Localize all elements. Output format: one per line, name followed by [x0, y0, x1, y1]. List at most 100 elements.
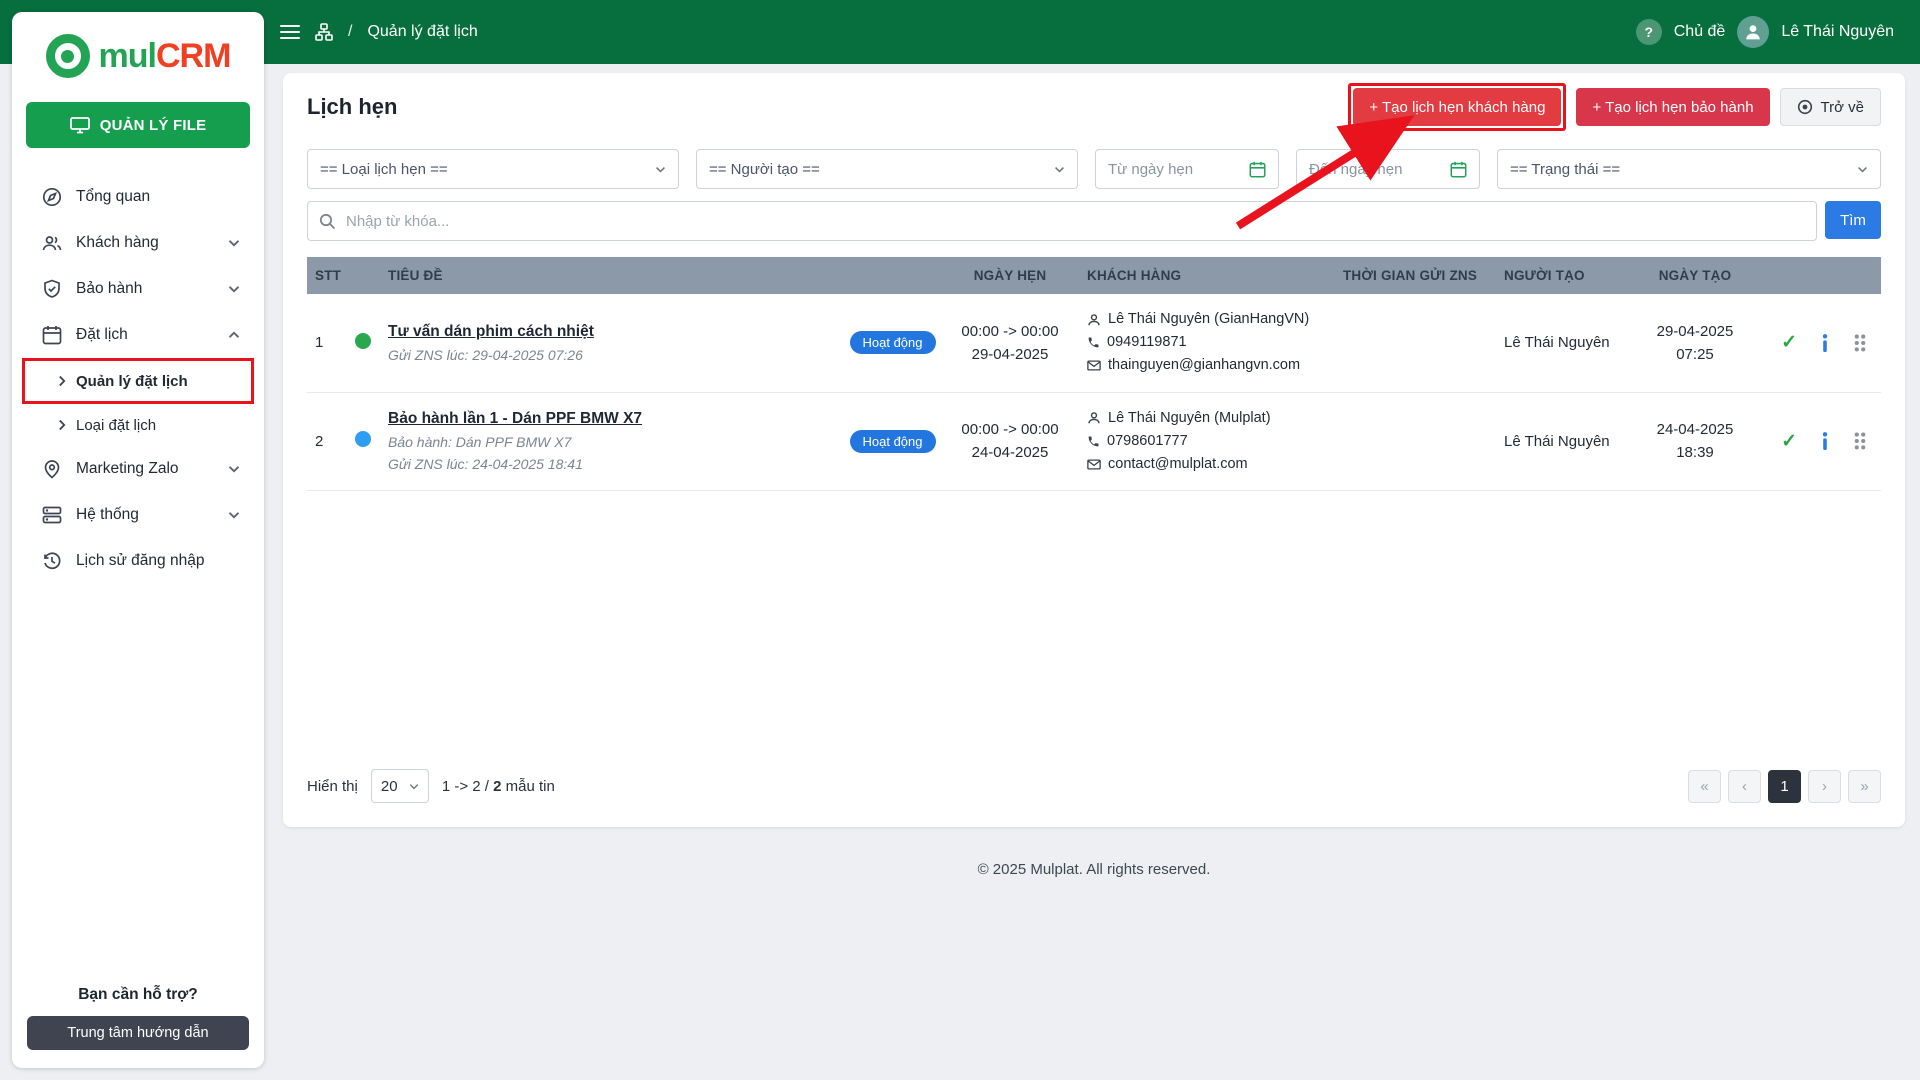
warranty-note: Bảo hành: Dán PPF BMW X7	[388, 434, 840, 450]
breadcrumb[interactable]: Quản lý đặt lịch	[367, 23, 477, 41]
created-time: 18:39	[1630, 441, 1760, 464]
monitor-icon	[70, 116, 90, 134]
filter-status-select[interactable]: == Trạng thái ==	[1497, 149, 1881, 189]
pagination-prev-button[interactable]: ‹	[1728, 770, 1761, 803]
topbar: / Quản lý đặt lịch ? Chủ đề Lê Thái Nguy…	[0, 0, 1920, 64]
user-avatar[interactable]	[1737, 16, 1769, 48]
pagination-page-1-button[interactable]: 1	[1768, 770, 1801, 803]
create-warranty-appointment-button[interactable]: + Tạo lịch hẹn bảo hành	[1576, 88, 1769, 126]
row-index: 2	[307, 433, 355, 450]
customer-phone: 0949119871	[1107, 331, 1187, 354]
back-button[interactable]: Trở về	[1780, 88, 1881, 126]
sidebar-item-he-thong[interactable]: Hệ thống	[12, 492, 264, 538]
customer-email: contact@mulplat.com	[1108, 453, 1248, 476]
search-input[interactable]	[307, 201, 1817, 241]
filter-from-date-input[interactable]: Từ ngày hẹn	[1095, 149, 1279, 189]
mail-icon	[1087, 459, 1101, 470]
sitemap-icon[interactable]	[315, 23, 333, 41]
filter-type-select[interactable]: == Loại lịch hẹn ==	[307, 149, 679, 189]
table-row: 1 Tư vấn dán phim cách nhiệt Gửi ZNS lúc…	[307, 294, 1881, 393]
sidebar-item-marketing-zalo[interactable]: Marketing Zalo	[12, 446, 264, 492]
calendar-icon	[1450, 161, 1467, 178]
customer-name: Lê Thái Nguyên (GianHangVN)	[1108, 308, 1309, 331]
menu-toggle-icon[interactable]	[280, 24, 300, 40]
appointment-title-link[interactable]: Tư vấn dán phim cách nhiệt	[388, 323, 594, 341]
filter-creator-select[interactable]: == Người tạo ==	[696, 149, 1078, 189]
chevron-down-icon	[1857, 166, 1868, 173]
created-date: 29-04-2025	[1630, 320, 1760, 343]
logo-text: mulCRM	[99, 37, 231, 76]
table-row: 2 Bảo hành lần 1 - Dán PPF BMW X7 Bảo hà…	[307, 393, 1881, 492]
more-actions-icon[interactable]	[1853, 334, 1867, 352]
file-manager-button[interactable]: QUẢN LÝ FILE	[26, 102, 250, 148]
chevron-up-icon	[228, 331, 240, 339]
search-bar: Tìm	[307, 201, 1881, 241]
app-logo[interactable]: mulCRM	[12, 12, 264, 100]
sidebar-subitem-quan-ly-dat-lich[interactable]: Quản lý đặt lịch	[25, 361, 251, 401]
confirm-action-icon[interactable]: ✓	[1781, 430, 1797, 453]
appointments-table: STT TIÊU ĐỀ NGÀY HẸN KHÁCH HÀNG THỜI GIA…	[307, 257, 1881, 491]
phone-icon	[1087, 435, 1100, 448]
guide-center-button[interactable]: Trung tâm hướng dẫn	[27, 1016, 249, 1050]
filter-to-date-input[interactable]: Đến ngày hẹn	[1296, 149, 1480, 189]
info-action-icon[interactable]	[1821, 432, 1829, 450]
sidebar-footer: Bạn cần hỗ trợ? Trung tâm hướng dẫn	[12, 986, 264, 1068]
dashboard-icon	[42, 187, 62, 207]
sidebar-item-lich-su-dang-nhap[interactable]: Lịch sử đăng nhập	[12, 538, 264, 584]
page-size-select[interactable]: 20	[371, 769, 429, 803]
logo-text-mul: mul	[99, 37, 156, 75]
created-date: 24-04-2025	[1630, 418, 1760, 441]
users-icon	[42, 233, 62, 253]
server-icon	[42, 505, 62, 525]
appointment-time: 00:00 -> 00:00	[945, 320, 1075, 343]
chevron-down-icon	[409, 783, 419, 790]
pagination-next-button[interactable]: ›	[1808, 770, 1841, 803]
info-action-icon[interactable]	[1821, 334, 1829, 352]
customer-email: thainguyen@gianhangvn.com	[1108, 354, 1300, 377]
breadcrumb-separator: /	[348, 23, 352, 41]
sidebar-item-tong-quan[interactable]: Tổng quan	[12, 174, 264, 220]
zns-note: Gửi ZNS lúc: 24-04-2025 18:41	[388, 456, 840, 472]
creator-name: Lê Thái Nguyên	[1490, 334, 1630, 351]
status-dot	[355, 333, 371, 349]
appointment-title-link[interactable]: Bảo hành lần 1 - Dán PPF BMW X7	[388, 410, 642, 428]
sidebar-subitem-loai-dat-lich[interactable]: Loại đặt lịch	[12, 404, 264, 446]
person-icon	[1087, 313, 1101, 327]
chevron-down-icon	[228, 285, 240, 293]
history-icon	[42, 551, 62, 571]
chevron-down-icon	[228, 239, 240, 247]
search-button[interactable]: Tìm	[1825, 201, 1881, 239]
row-index: 1	[307, 334, 355, 351]
table-header-row: STT TIÊU ĐỀ NGÀY HẸN KHÁCH HÀNG THỜI GIA…	[307, 257, 1881, 294]
theme-icon[interactable]: ?	[1636, 19, 1662, 45]
pagination-last-button[interactable]: »	[1848, 770, 1881, 803]
more-actions-icon[interactable]	[1853, 432, 1867, 450]
sidebar-item-dat-lich[interactable]: Đặt lịch	[12, 312, 264, 358]
create-customer-appointment-button[interactable]: + Tạo lịch hẹn khách hàng	[1353, 88, 1561, 126]
chevron-down-icon	[228, 465, 240, 473]
records-range: 1 -> 2 / 2 mẫu tin	[442, 778, 555, 795]
appointment-time: 00:00 -> 00:00	[945, 418, 1075, 441]
creator-name: Lê Thái Nguyên	[1490, 433, 1630, 450]
user-name[interactable]: Lê Thái Nguyên	[1781, 23, 1894, 41]
chevron-right-icon	[58, 375, 66, 387]
sidebar-item-khach-hang[interactable]: Khách hàng	[12, 220, 264, 266]
page-size-label: Hiển thị	[307, 778, 358, 795]
page-title: Lịch hẹn	[307, 94, 397, 120]
sidebar-item-bao-hanh[interactable]: Bảo hành	[12, 266, 264, 312]
confirm-action-icon[interactable]: ✓	[1781, 331, 1797, 354]
theme-label[interactable]: Chủ đề	[1674, 23, 1726, 41]
created-time: 07:25	[1630, 343, 1760, 366]
pagination-first-button[interactable]: «	[1688, 770, 1721, 803]
status-badge: Hoạt động	[850, 331, 936, 354]
annotation-box-button: + Tạo lịch hẹn khách hàng	[1348, 83, 1566, 131]
phone-icon	[1087, 336, 1100, 349]
filter-bar: == Loại lịch hẹn == == Người tạo == Từ n…	[307, 149, 1881, 189]
annotation-box-sidebar: Quản lý đặt lịch	[22, 358, 254, 404]
sidebar-menu: Tổng quan Khách hàng Bảo hành Đặt lịch Q…	[12, 174, 264, 986]
map-pin-icon	[42, 459, 62, 479]
appointments-card: Lịch hẹn + Tạo lịch hẹn khách hàng + Tạo…	[283, 73, 1905, 827]
pagination-bar: Hiển thị 20 1 -> 2 / 2 mẫu tin « ‹ 1 › »	[307, 755, 1881, 827]
chevron-down-icon	[655, 166, 666, 173]
person-icon	[1087, 411, 1101, 425]
